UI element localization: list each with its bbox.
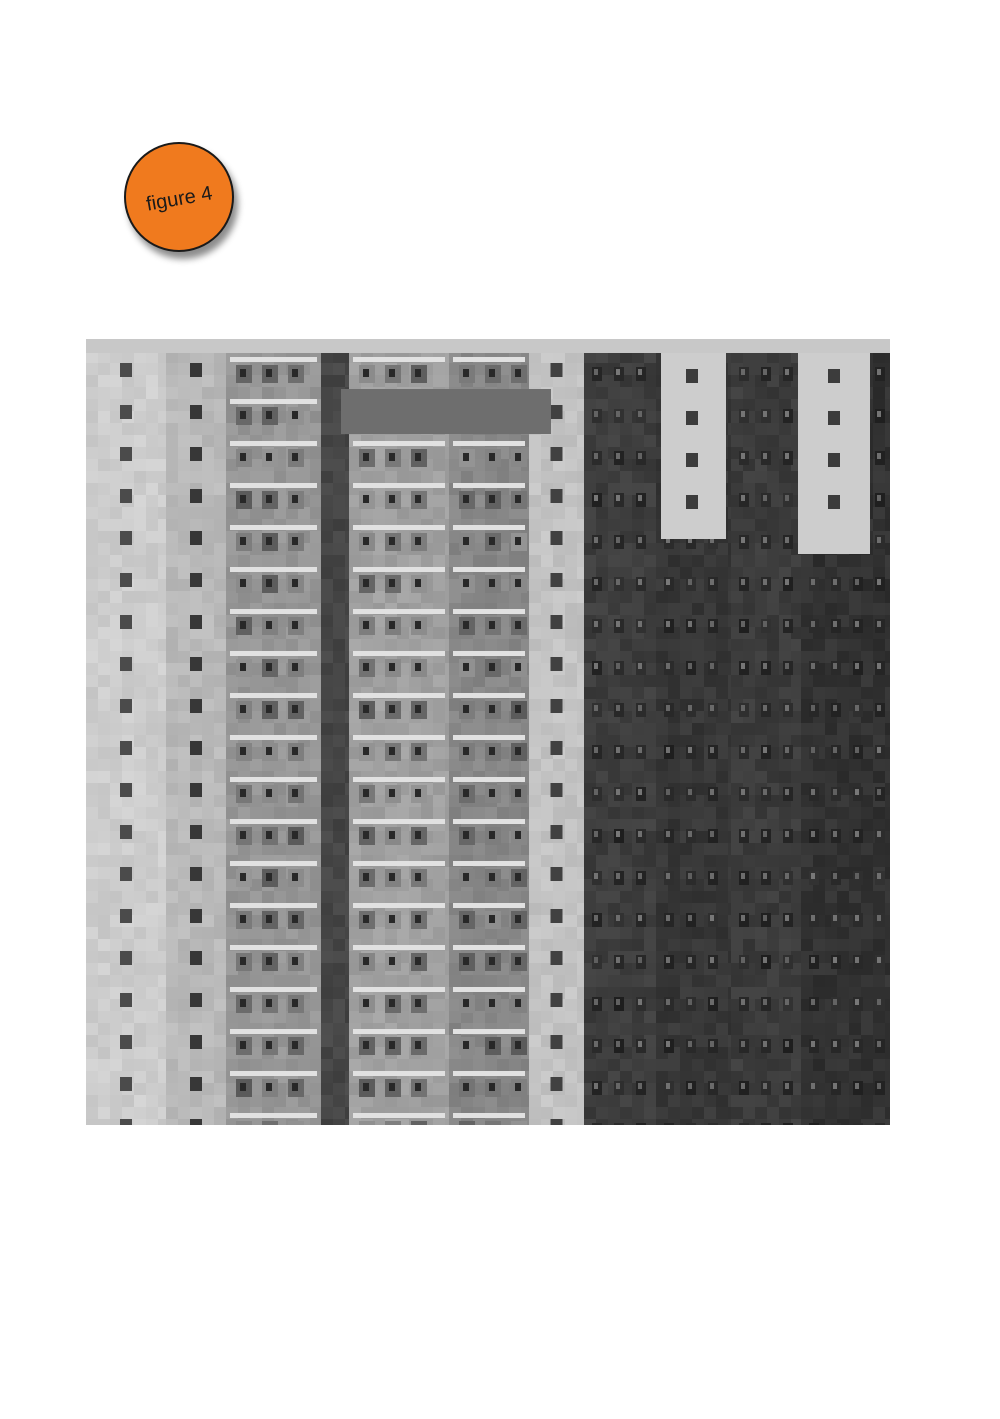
building-photo	[86, 339, 890, 1125]
tower-block-photo-icon	[86, 339, 890, 1125]
figure-badge-label: figure 4	[144, 181, 214, 216]
figure-badge: figure 4	[124, 142, 234, 252]
